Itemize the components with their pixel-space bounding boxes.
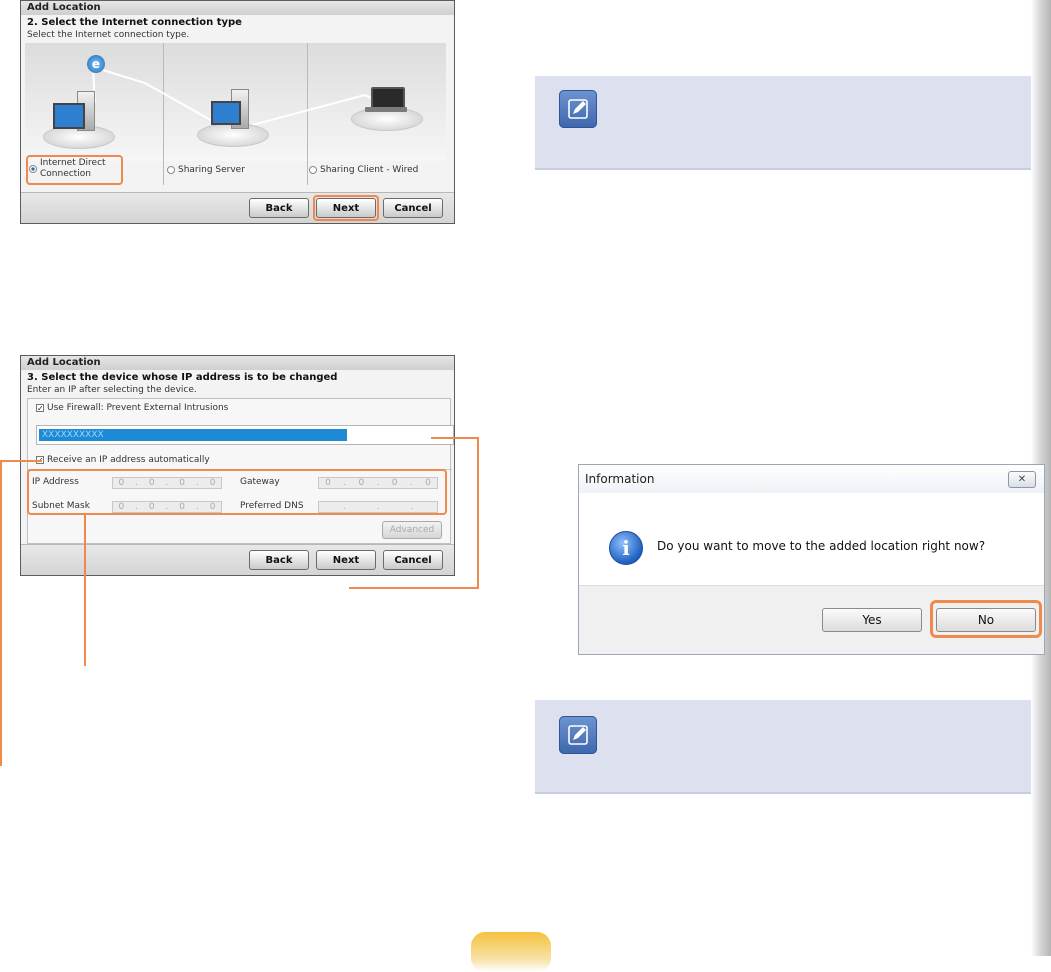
dialog-footer: Yes No <box>579 585 1044 654</box>
highlight-box <box>313 195 379 221</box>
wizard-title: Add Location <box>21 356 454 370</box>
callout-line <box>84 514 86 666</box>
pencil-note-icon <box>559 716 597 754</box>
highlight-box <box>27 469 447 515</box>
connection-type-illustration: e <box>25 43 446 185</box>
laptop-icon <box>371 87 405 109</box>
cancel-button[interactable]: Cancel <box>383 550 443 570</box>
information-dialog: Information ✕ i Do you want to move to t… <box>578 464 1045 655</box>
page-number-tab <box>471 932 551 972</box>
note-box <box>535 700 1031 794</box>
option-sharing-server[interactable]: Sharing Server <box>167 165 245 175</box>
wizard-footer: Back Next Cancel <box>21 192 454 223</box>
callout-line <box>0 460 2 766</box>
firewall-label: Use Firewall: Prevent External Intrusion… <box>47 403 229 413</box>
highlight-box <box>930 600 1042 638</box>
internet-explorer-icon: e <box>87 55 105 73</box>
monitor-icon <box>53 103 85 129</box>
back-button[interactable]: Back <box>249 198 309 218</box>
selected-device-row[interactable]: XXXXXXXXXX <box>39 429 347 441</box>
info-icon: i <box>609 531 643 565</box>
step-subtitle: Enter an IP after selecting the device. <box>27 385 197 395</box>
checkbox-checked-icon: ✓ <box>36 404 44 413</box>
next-button[interactable]: Next <box>316 550 376 570</box>
cancel-button[interactable]: Cancel <box>383 198 443 218</box>
callout-line <box>349 587 479 589</box>
radio-icon <box>309 166 317 174</box>
dialog-message: Do you want to move to the added locatio… <box>657 539 986 553</box>
step-subtitle: Select the Internet connection type. <box>27 30 190 40</box>
auto-ip-checkbox[interactable]: ✓ Receive an IP address automatically <box>36 455 210 465</box>
option-label: Sharing Server <box>178 165 245 175</box>
back-button[interactable]: Back <box>249 550 309 570</box>
server-monitor-icon <box>211 101 241 125</box>
note-box <box>535 76 1031 170</box>
option-label: Sharing Client - Wired <box>320 165 419 175</box>
device-list[interactable]: XXXXXXXXXX <box>36 425 454 445</box>
wizard-title: Add Location <box>21 1 454 15</box>
firewall-checkbox[interactable]: ✓ Use Firewall: Prevent External Intrusi… <box>36 403 228 413</box>
callout-line <box>431 437 479 439</box>
option-sharing-client-wired[interactable]: Sharing Client - Wired <box>309 165 418 175</box>
pencil-note-icon <box>559 90 597 128</box>
highlight-box <box>26 155 123 185</box>
step-heading: 3. Select the device whose IP address is… <box>27 372 338 383</box>
auto-ip-label: Receive an IP address automatically <box>47 455 210 465</box>
advanced-button[interactable]: Advanced <box>382 521 442 539</box>
dialog-title: Information <box>579 465 1044 493</box>
close-button[interactable]: ✕ <box>1008 471 1036 488</box>
radio-icon <box>167 166 175 174</box>
callout-line <box>477 437 479 589</box>
yes-button[interactable]: Yes <box>822 608 922 632</box>
callout-line <box>0 460 42 462</box>
add-location-wizard-step2: Add Location 2. Select the Internet conn… <box>20 0 455 224</box>
step-heading: 2. Select the Internet connection type <box>27 17 242 28</box>
